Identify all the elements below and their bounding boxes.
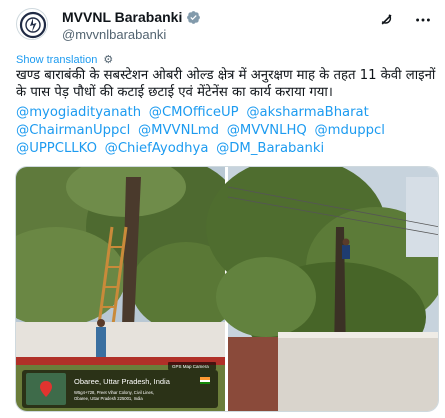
location-address-2: Obaree, Uttar Pradesh 225001, India	[74, 396, 143, 401]
mention-link[interactable]: @ChairmanUppcl	[16, 123, 130, 138]
photo-right[interactable]	[206, 167, 439, 412]
location-title: Obaree, Uttar Pradesh, India	[74, 377, 171, 386]
show-translation[interactable]: Show translation ⚙	[16, 53, 113, 67]
more-icon[interactable]	[413, 10, 433, 30]
location-address: W5g4+728, Preet Vihar Colony, Civil Line…	[74, 390, 154, 395]
verified-badge-icon	[186, 10, 201, 25]
mention-link[interactable]: @myogiadityanath	[16, 105, 141, 120]
mention-link[interactable]: @ChiefAyodhya	[105, 141, 209, 156]
show-translation-label[interactable]: Show translation	[16, 54, 97, 66]
mention-link[interactable]: @DM_Barabanki	[216, 141, 324, 156]
mention-link[interactable]: @MVVNLmd	[138, 123, 219, 138]
post-card: MVVNL Barabanki @mvvnlbarabanki Show tra…	[0, 0, 445, 418]
gear-icon[interactable]: ⚙	[103, 53, 113, 66]
mvvnl-logo-icon	[18, 10, 47, 39]
mention-link[interactable]: @CMOfficeUP	[149, 105, 239, 120]
avatar[interactable]	[16, 8, 48, 40]
mention-link[interactable]: @MVVNLHQ	[227, 123, 307, 138]
mentions: @myogiadityanath @CMOfficeUP @aksharmaBh…	[16, 103, 436, 157]
grok-icon[interactable]	[377, 10, 397, 30]
mention-link[interactable]: @mduppcl	[314, 123, 384, 138]
display-name[interactable]: MVVNL Barabanki	[62, 9, 182, 25]
name-row: MVVNL Barabanki	[62, 9, 201, 25]
account-handle[interactable]: @mvvnlbarabanki	[62, 27, 166, 42]
post-header: MVVNL Barabanki @mvvnlbarabanki	[16, 8, 433, 42]
post-text: खण्ड बाराबंकी के सबस्टेशन ओबरी ओल्ड क्षे…	[16, 68, 436, 100]
watermark: GPS Map Camera	[172, 364, 209, 369]
mention-link[interactable]: @aksharmaBharat	[246, 105, 369, 120]
header-actions	[377, 10, 433, 30]
media-gallery: Obaree, Uttar Pradesh, India W5g4+728, P…	[15, 166, 439, 412]
mention-link[interactable]: @UPPCLLKO	[16, 141, 97, 156]
media-photos: Obaree, Uttar Pradesh, India W5g4+728, P…	[16, 167, 439, 412]
